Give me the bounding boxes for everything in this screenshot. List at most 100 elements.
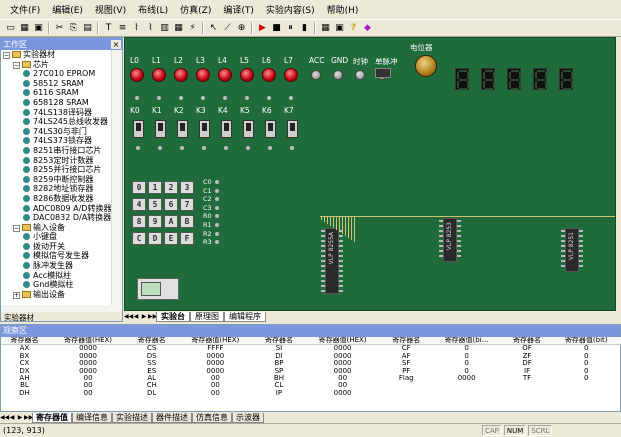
- tab-equipment[interactable]: 实验器材: [1, 312, 122, 322]
- board-tab[interactable]: 原理图: [190, 311, 224, 322]
- monitor-icon[interactable]: ▣: [333, 22, 346, 35]
- tree-item[interactable]: − 输入设备: [1, 223, 111, 233]
- oscilloscope-icon[interactable]: [137, 278, 179, 300]
- tree-item[interactable]: 74LS245总线收发器: [1, 117, 111, 127]
- keypad-key[interactable]: 7: [180, 198, 194, 211]
- zoom-icon[interactable]: ⊕: [235, 22, 248, 35]
- save-icon[interactable]: ▣: [32, 22, 45, 35]
- tree-item[interactable]: − 芯片: [1, 60, 111, 70]
- tree-item[interactable]: 小键盘: [1, 232, 111, 242]
- tree-item[interactable]: 模拟信号发生器: [1, 251, 111, 261]
- paste-icon[interactable]: ▤: [81, 22, 94, 35]
- new-icon[interactable]: ▭: [4, 22, 17, 35]
- keypad-key[interactable]: E: [164, 232, 178, 245]
- menu-item-3[interactable]: 布线(L): [132, 3, 174, 16]
- tree-item[interactable]: 8286数据收发器: [1, 194, 111, 204]
- menu-item-7[interactable]: 帮助(H): [321, 3, 365, 16]
- keypad-key[interactable]: 4: [132, 198, 146, 211]
- tree-item[interactable]: 74LS138译码器: [1, 108, 111, 118]
- tree-item[interactable]: 8282地址锁存器: [1, 184, 111, 194]
- observe-tab[interactable]: 器件描述: [152, 412, 192, 423]
- wire-icon[interactable]: ⌇: [130, 22, 143, 35]
- potentiometer-knob[interactable]: [415, 55, 437, 77]
- toggle-switch[interactable]: [287, 120, 298, 138]
- tree-item[interactable]: 74LS30与非门: [1, 127, 111, 137]
- board-tab[interactable]: 编辑程序: [224, 311, 266, 322]
- expand-toggle-icon[interactable]: −: [3, 52, 10, 59]
- menu-item-4[interactable]: 仿真(Z): [174, 3, 217, 16]
- tree-horizontal-scrollbar[interactable]: [1, 305, 122, 312]
- observe-tab[interactable]: 实验描述: [112, 412, 152, 423]
- single-pulse-button[interactable]: [375, 68, 391, 78]
- experiment-board[interactable]: L0 L1 L2 L3 L4 L5 L6 L7 ACC GND 时钟 单脉冲 电位器 K0 K1 K2 K3 K4…: [124, 37, 616, 311]
- layer-icon[interactable]: ▦: [172, 22, 185, 35]
- tab-nav-icon[interactable]: ◀◀: [0, 414, 9, 421]
- board-tab[interactable]: 实验台: [156, 311, 190, 322]
- toggle-switch[interactable]: [155, 120, 166, 138]
- tree-item[interactable]: Gnd模拟柱: [1, 280, 111, 290]
- toggle-switch[interactable]: [221, 120, 232, 138]
- tab-nav-icon[interactable]: ◀◀: [124, 313, 133, 321]
- tree-item[interactable]: 8253定时计数器: [1, 156, 111, 166]
- menu-item-2[interactable]: 视图(V): [89, 3, 132, 16]
- tab-nav-icon[interactable]: ▶: [16, 414, 24, 421]
- tree-item[interactable]: 658128 SRAM: [1, 98, 111, 108]
- keypad-key[interactable]: 9: [148, 215, 162, 228]
- tree-item[interactable]: Acc模拟柱: [1, 271, 111, 281]
- keypad-key[interactable]: 8: [132, 215, 146, 228]
- pin-icon[interactable]: ⚡: [186, 22, 199, 35]
- pause-icon[interactable]: ⏸: [284, 22, 297, 35]
- tree-item[interactable]: 74LS373锁存器: [1, 136, 111, 146]
- observe-tab[interactable]: 寄存器值: [32, 412, 72, 423]
- terminal-icon[interactable]: [333, 70, 343, 80]
- text-icon[interactable]: T: [102, 22, 115, 35]
- tree-item[interactable]: ADC0809 A/D转换器: [1, 204, 111, 214]
- bus-icon[interactable]: ⌇: [144, 22, 157, 35]
- keypad-key[interactable]: F: [180, 232, 194, 245]
- keypad-key[interactable]: 2: [164, 181, 178, 194]
- keypad-key[interactable]: B: [180, 215, 194, 228]
- tree-item[interactable]: 8259中断控制器: [1, 175, 111, 185]
- toggle-switch[interactable]: [265, 120, 276, 138]
- close-icon[interactable]: ×: [111, 39, 121, 49]
- cut-icon[interactable]: ✂: [53, 22, 66, 35]
- keypad-key[interactable]: C: [132, 232, 146, 245]
- observe-tab[interactable]: 仿真信息: [192, 412, 232, 423]
- toggle-switch[interactable]: [177, 120, 188, 138]
- open-icon[interactable]: ▦: [18, 22, 31, 35]
- keypad-key[interactable]: D: [148, 232, 162, 245]
- tree-item[interactable]: 脉冲发生器: [1, 261, 111, 271]
- keypad-key[interactable]: A: [164, 215, 178, 228]
- toggle-switch[interactable]: [133, 120, 144, 138]
- book-icon[interactable]: ◆: [361, 22, 374, 35]
- keypad-key[interactable]: 0: [132, 181, 146, 194]
- tree-item[interactable]: − 实验器材: [1, 50, 111, 60]
- pointer-icon[interactable]: ↖: [207, 22, 220, 35]
- menu-item-6[interactable]: 实验内容(S): [260, 3, 321, 16]
- keypad-key[interactable]: 3: [180, 181, 194, 194]
- run-icon[interactable]: ▶: [256, 22, 269, 35]
- grid-icon[interactable]: ▥: [158, 22, 171, 35]
- copy-icon[interactable]: ⎘: [67, 22, 80, 35]
- meter-icon[interactable]: ▦: [319, 22, 332, 35]
- stop-icon[interactable]: ■: [270, 22, 283, 35]
- menu-item-1[interactable]: 编辑(E): [46, 3, 89, 16]
- tab-nav-icon[interactable]: ▶▶: [148, 313, 157, 321]
- help-icon[interactable]: ?: [347, 22, 360, 35]
- tree-item[interactable]: 8255并行接口芯片: [1, 165, 111, 175]
- keypad-key[interactable]: 5: [148, 198, 162, 211]
- expand-toggle-icon[interactable]: +: [13, 291, 20, 299]
- tree-item[interactable]: DAC0832 D/A转换器: [1, 213, 111, 223]
- terminal-icon[interactable]: [355, 70, 365, 80]
- keypad-key[interactable]: 1: [148, 181, 162, 194]
- tab-nav-icon[interactable]: ◀: [132, 313, 140, 321]
- tab-nav-icon[interactable]: ◀: [8, 414, 16, 421]
- tree-item[interactable]: + 输出设备: [1, 290, 111, 300]
- tree-item[interactable]: 8251串行接口芯片: [1, 146, 111, 156]
- tree-item[interactable]: 6116 SRAM: [1, 88, 111, 98]
- tree-item[interactable]: 58512 SRAM: [1, 79, 111, 89]
- observe-tab[interactable]: 示波器: [232, 412, 264, 423]
- toggle-switch[interactable]: [243, 120, 254, 138]
- step-icon[interactable]: ▮: [298, 22, 311, 35]
- expand-toggle-icon[interactable]: −: [13, 224, 20, 232]
